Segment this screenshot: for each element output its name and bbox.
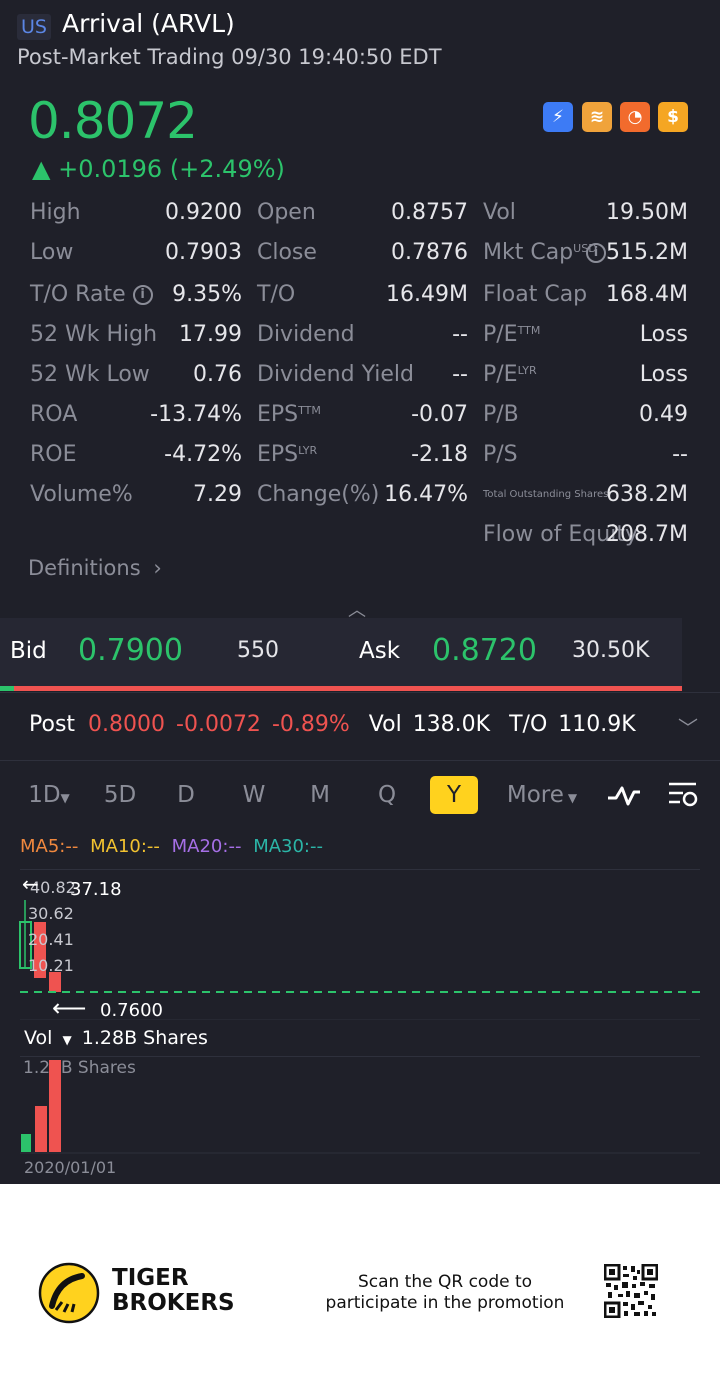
stat-pe-ttm: P/ETTM Loss xyxy=(483,322,688,347)
ask-ratio-bar xyxy=(14,686,682,691)
ask-label: Ask xyxy=(359,638,401,664)
stat-float-cap: Float Cap 168.4M xyxy=(483,282,688,307)
y-tick-label: 20.41 xyxy=(28,930,74,949)
ma20-label: MA20:-- xyxy=(171,836,242,857)
stack-a-icon[interactable]: ≋ xyxy=(582,102,612,132)
tab-q[interactable]: Q xyxy=(369,776,405,814)
stat-ps: P/S -- xyxy=(483,442,688,467)
ma-legend: MA5:-- MA10:-- MA20:-- MA30:-- xyxy=(20,836,323,857)
bid-size: 550 xyxy=(237,638,279,663)
divider xyxy=(0,760,720,761)
stat-flow-equity: Flow of Equity 208.7M xyxy=(483,522,688,547)
ma30-label: MA30:-- xyxy=(253,836,323,857)
stat-dividend-yield: Dividend Yield -- xyxy=(257,362,468,387)
lightning-level-1-icon[interactable]: ⚡ xyxy=(543,102,573,132)
stat-to: T/O 16.49M xyxy=(257,282,468,307)
tab-1d[interactable]: 1D▼ xyxy=(24,776,74,814)
volume-bar-red xyxy=(35,1106,47,1152)
volume-bar-green xyxy=(21,1134,31,1152)
stat-high: High 0.9200 xyxy=(30,200,242,225)
ask-size: 30.50K xyxy=(572,638,650,663)
stat-eps-lyr: EPSLYR -2.18 xyxy=(257,442,468,467)
post-market-row[interactable]: Post 0.8000 -0.0072 -0.89% Vol 138.0K T/… xyxy=(29,712,636,737)
bid-price: 0.7900 xyxy=(78,633,183,668)
stat-eps-ttm: EPSTTM -0.07 xyxy=(257,402,468,427)
chevron-right-icon: › xyxy=(153,556,162,580)
promo-text: Scan the QR code to participate in the p… xyxy=(325,1272,565,1313)
info-icon[interactable]: i xyxy=(586,243,607,263)
bid-label: Bid xyxy=(10,638,47,664)
stat-pe-lyr: P/ELYR Loss xyxy=(483,362,688,387)
stat-vol: Vol 19.50M xyxy=(483,200,688,225)
tab-more[interactable]: More ▼ xyxy=(504,776,580,814)
qr-code-icon[interactable] xyxy=(604,1264,658,1318)
tiger-brokers-logo xyxy=(38,1262,100,1324)
dollar-icon[interactable]: $ xyxy=(658,102,688,132)
stock-title: Arrival (ARVL) xyxy=(62,9,235,38)
tab-y[interactable]: Y xyxy=(430,776,478,814)
indicator-icon[interactable] xyxy=(606,782,642,808)
price-change: ▲ +0.0196 (+2.49%) xyxy=(32,155,285,183)
chevron-down-icon[interactable]: ﹀ xyxy=(678,712,698,741)
stat-open: Open 0.8757 xyxy=(257,200,468,225)
stat-pb: P/B 0.49 xyxy=(483,402,688,427)
stat-total-shares: Total Outstanding Shares 638.2M xyxy=(483,482,688,507)
stat-52wk-high: 52 Wk High 17.99 xyxy=(30,322,242,347)
ask-price: 0.8720 xyxy=(432,633,537,668)
volume-chart[interactable] xyxy=(0,1056,720,1156)
tab-w[interactable]: W xyxy=(236,776,272,814)
tab-5d[interactable]: 5D xyxy=(98,776,142,814)
y-tick-label: 30.62 xyxy=(28,904,74,923)
low-marker: 0.7600 xyxy=(100,1000,163,1021)
stat-close: Close 0.7876 xyxy=(257,240,468,265)
vol-indicator-selector[interactable]: Vol ▼ 1.28B Shares xyxy=(24,1027,208,1049)
tab-m[interactable]: M xyxy=(302,776,338,814)
stat-to-rate: T/O Rate i 9.35% xyxy=(30,282,242,307)
tab-d[interactable]: D xyxy=(168,776,204,814)
market-badge: US xyxy=(17,14,51,40)
arrow-left-icon: ← xyxy=(22,872,39,896)
stat-52wk-low: 52 Wk Low 0.76 xyxy=(30,362,242,387)
divider xyxy=(0,692,720,693)
last-price: 0.8072 xyxy=(28,92,198,150)
stat-change-pct: Change(%) 16.47% xyxy=(257,482,468,507)
volume-bar-red xyxy=(49,1060,61,1152)
arrow-left-icon: ⟵ xyxy=(52,994,87,1022)
stat-roe: ROE -4.72% xyxy=(30,442,242,467)
trading-status: Post-Market Trading 09/30 19:40:50 EDT xyxy=(17,45,442,69)
y-tick-label: 10.21 xyxy=(28,956,74,975)
speed-icon[interactable]: ◔ xyxy=(620,102,650,132)
stat-mkt-cap: Mkt CapUSD i 515.2M xyxy=(483,240,688,265)
bid-ratio-bar xyxy=(0,686,14,691)
definitions-link[interactable]: Definitions › xyxy=(28,556,162,580)
stat-roa: ROA -13.74% xyxy=(30,402,242,427)
info-icon[interactable]: i xyxy=(132,285,153,305)
brand-name: TIGER BROKERS xyxy=(112,1265,235,1316)
stat-dividend: Dividend -- xyxy=(257,322,468,347)
chart-settings-icon[interactable] xyxy=(666,780,700,810)
date-axis-label: 2020/01/01 xyxy=(24,1158,117,1177)
stat-low: Low 0.7903 xyxy=(30,240,242,265)
ma10-label: MA10:-- xyxy=(90,836,160,857)
high-marker: 37.18 xyxy=(70,879,122,900)
stat-volume-pct: Volume% 7.29 xyxy=(30,482,242,507)
candle-red xyxy=(49,972,61,992)
ma5-label: MA5:-- xyxy=(20,836,79,857)
